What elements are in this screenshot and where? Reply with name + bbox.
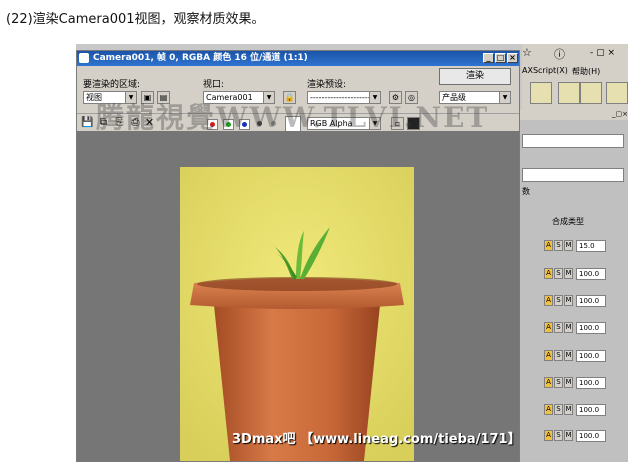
- layer-value-spinner[interactable]: 100.0: [576, 295, 606, 307]
- layer-s-toggle[interactable]: S: [554, 240, 563, 251]
- preset-label: 渲染预设:: [307, 80, 347, 90]
- layer-row: A S M 100.0: [522, 322, 626, 336]
- render-viewport: [77, 131, 519, 461]
- layer-row: A S M 100.0: [522, 404, 626, 418]
- minimize-button[interactable]: _: [483, 53, 494, 63]
- layer-m-toggle[interactable]: M: [564, 322, 573, 333]
- layer-a-toggle[interactable]: A: [544, 350, 553, 361]
- composite-type-label: 合成类型: [552, 217, 584, 226]
- help-icon[interactable]: ⓘ: [554, 46, 565, 62]
- watermark-bottom: 3Dmax吧 【www.lineag.com/tieba/171】: [232, 432, 521, 447]
- layer-row: A S M 100.0: [522, 295, 626, 309]
- watermark-top: 腾龍視覺WWW.TLVI.NET: [96, 101, 490, 134]
- layer-m-toggle[interactable]: M: [564, 350, 573, 361]
- render-button[interactable]: 渲染: [439, 68, 511, 85]
- layer-row: A S M 100.0: [522, 268, 626, 282]
- layer-a-toggle[interactable]: A: [544, 404, 553, 415]
- layer-value-spinner[interactable]: 100.0: [576, 268, 606, 280]
- layer-value-spinner[interactable]: 100.0: [576, 430, 606, 442]
- layer-s-toggle[interactable]: S: [554, 404, 563, 415]
- background-toolbar: ☆ ⓘ - ▢ × AXScript(X) 帮助(H): [522, 44, 628, 112]
- layer-value-spinner[interactable]: 100.0: [576, 377, 606, 389]
- layer-s-toggle[interactable]: S: [554, 350, 563, 361]
- caption-text: (22)渲染Camera001视图，观察材质效果。: [6, 12, 265, 27]
- layer-value-spinner[interactable]: 100.0: [576, 404, 606, 416]
- save-icon[interactable]: 💾: [81, 117, 94, 130]
- tool-icon-4[interactable]: [606, 82, 628, 104]
- menu-axscript[interactable]: AXScript(X): [522, 66, 568, 75]
- layer-row: A S M 100.0: [522, 377, 626, 391]
- layer-m-toggle[interactable]: M: [564, 240, 573, 251]
- layer-m-toggle[interactable]: M: [564, 404, 573, 415]
- layer-a-toggle[interactable]: A: [544, 322, 553, 333]
- layer-s-toggle[interactable]: S: [554, 268, 563, 279]
- layer-s-toggle[interactable]: S: [554, 430, 563, 441]
- chevron-down-icon: ▼: [499, 92, 510, 103]
- panel-combo[interactable]: [522, 134, 624, 148]
- layer-a-toggle[interactable]: A: [544, 295, 553, 306]
- flowerpot-render: [180, 167, 414, 461]
- layer-value-spinner[interactable]: 100.0: [576, 322, 606, 334]
- window-title: Camera001, 帧 0, RGBA 颜色 16 位/通道 (1:1): [93, 53, 308, 63]
- bg-window-controls[interactable]: - ▢ ×: [590, 48, 615, 58]
- layer-row: A S M 15.0: [522, 240, 626, 254]
- tool-icon-3[interactable]: [580, 82, 602, 104]
- layer-m-toggle[interactable]: M: [564, 430, 573, 441]
- panel-field[interactable]: [522, 168, 624, 182]
- viewport-label: 视口:: [203, 80, 225, 90]
- area-label: 要渲染的区域:: [83, 80, 141, 90]
- layer-a-toggle[interactable]: A: [544, 430, 553, 441]
- tool-icon-2[interactable]: [558, 82, 580, 104]
- layer-m-toggle[interactable]: M: [564, 295, 573, 306]
- tool-icon-1[interactable]: [530, 82, 552, 104]
- title-bar[interactable]: Camera001, 帧 0, RGBA 颜色 16 位/通道 (1:1) _ …: [77, 51, 519, 66]
- layer-value-spinner[interactable]: 100.0: [576, 350, 606, 362]
- layer-value-spinner[interactable]: 15.0: [576, 240, 606, 252]
- layer-s-toggle[interactable]: S: [554, 295, 563, 306]
- layer-row: A S M 100.0: [522, 430, 626, 444]
- layer-row: A S M 100.0: [522, 350, 626, 364]
- menu-help[interactable]: 帮助(H): [572, 66, 600, 77]
- layer-s-toggle[interactable]: S: [554, 377, 563, 388]
- maximize-button[interactable]: □: [495, 53, 506, 63]
- window-icon: [79, 53, 89, 63]
- layer-a-toggle[interactable]: A: [544, 377, 553, 388]
- star-icon[interactable]: ☆: [522, 46, 532, 59]
- layer-a-toggle[interactable]: A: [544, 240, 553, 251]
- layer-m-toggle[interactable]: M: [564, 377, 573, 388]
- panel-header-label: 数: [522, 187, 530, 196]
- layer-s-toggle[interactable]: S: [554, 322, 563, 333]
- rendered-image: [180, 167, 414, 461]
- layer-m-toggle[interactable]: M: [564, 268, 573, 279]
- layer-a-toggle[interactable]: A: [544, 268, 553, 279]
- close-button[interactable]: ×: [507, 53, 518, 63]
- panel-controls[interactable]: _▢×: [520, 110, 628, 120]
